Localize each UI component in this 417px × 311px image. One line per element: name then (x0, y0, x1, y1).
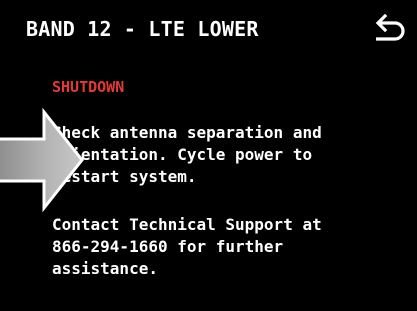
instructions-line: Check antenna separation and (52, 123, 322, 142)
support-line: Contact Technical Support at (52, 215, 322, 234)
support-line: 866-294-1660 for further (52, 237, 284, 256)
back-button[interactable] (368, 14, 408, 46)
instructions-line: restart system. (52, 167, 197, 186)
device-screen: BAND 12 - LTE LOWER SHUTDOWN Check anten… (0, 0, 417, 311)
right-arrow-pointer-icon (0, 108, 84, 212)
support-line: assistance. (52, 259, 158, 278)
back-arrow-icon (375, 14, 405, 41)
instructions-line: orientation. Cycle power to (52, 145, 313, 164)
page-title: BAND 12 - LTE LOWER (26, 17, 259, 41)
support-text: Contact Technical Support at 866-294-166… (52, 214, 322, 280)
status-label: SHUTDOWN (52, 78, 125, 96)
instructions-text: Check antenna separation and orientation… (52, 122, 322, 188)
